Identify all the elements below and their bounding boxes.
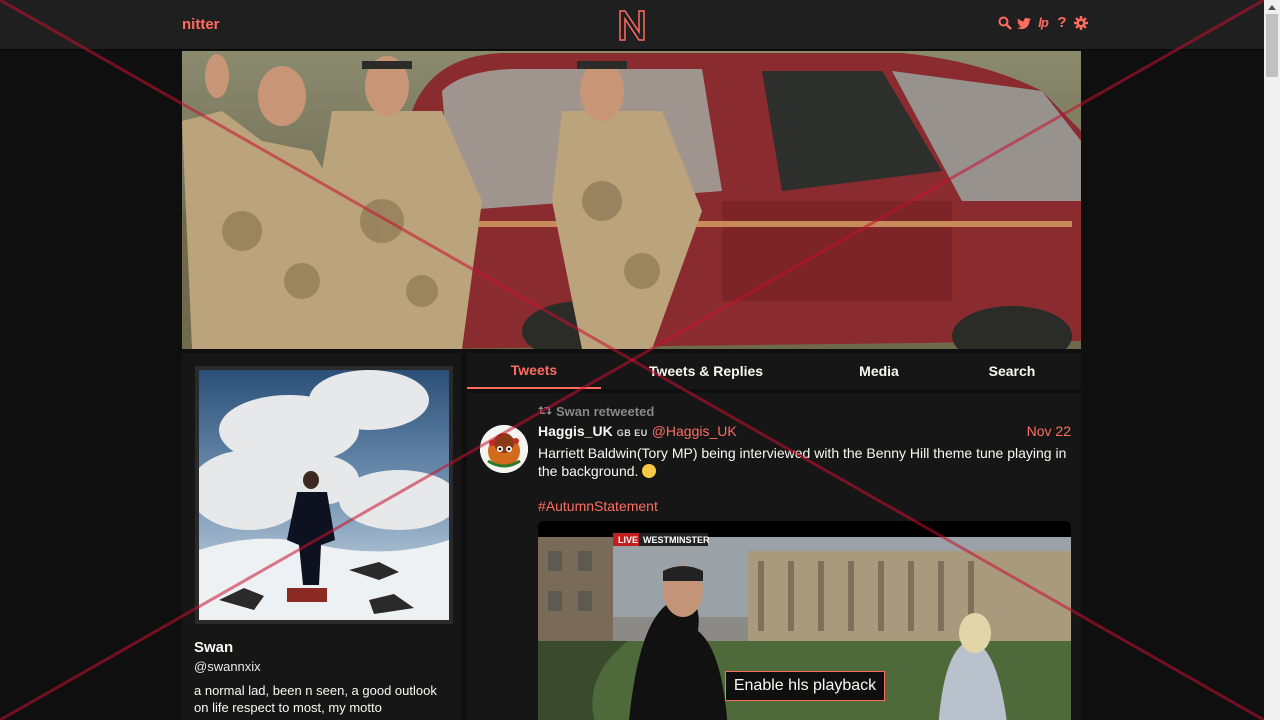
tab-media[interactable]: Media <box>811 353 947 389</box>
tweet-fullname[interactable]: Haggis_UK <box>538 423 613 439</box>
liberapay-icon[interactable]: lp <box>1036 15 1050 31</box>
enable-hls-playback-button[interactable]: Enable hls playback <box>725 671 885 701</box>
tweet-header: Haggis_UK GB EU @Haggis_UK Nov 22 <box>538 423 1071 441</box>
timeline-tabs: Tweets Tweets & Replies Media Search <box>467 353 1081 389</box>
retweet-icon <box>538 404 552 419</box>
timeline: Tweets Tweets & Replies Media Search Swa… <box>467 353 1081 720</box>
help-icon[interactable]: ? <box>1055 15 1069 31</box>
profile-bio: a normal lad, been n seen, a good outloo… <box>194 683 437 715</box>
retweet-label: Swan retweeted <box>556 404 655 419</box>
profile-avatar[interactable] <box>195 366 453 624</box>
scroll-up-arrow-icon[interactable] <box>1264 0 1280 14</box>
search-icon[interactable] <box>998 15 1012 31</box>
settings-gear-icon[interactable] <box>1074 15 1088 31</box>
twitter-bird-icon[interactable] <box>1017 15 1031 31</box>
profile-handle[interactable]: @swannxix <box>194 659 261 674</box>
tab-tweets[interactable]: Tweets <box>467 353 601 389</box>
tweet-hashtag[interactable]: #AutumnStatement <box>538 498 658 514</box>
tab-search[interactable]: Search <box>947 353 1077 389</box>
rofl-emoji-icon <box>642 464 657 478</box>
nav-icons: lp ? <box>998 15 1088 31</box>
profile-card: Swan @swannxix a normal lad, been n seen… <box>182 353 462 720</box>
nitter-brand-link[interactable]: nitter <box>182 16 220 33</box>
scrollbar-thumb[interactable] <box>1266 14 1278 77</box>
profile-banner[interactable] <box>182 51 1081 349</box>
tweet-avatar[interactable] <box>480 425 528 473</box>
tweet-text: Harriett Baldwin(Tory MP) being intervie… <box>538 445 1067 479</box>
tweet-username[interactable]: @Haggis_UK <box>652 423 737 439</box>
tweet-date[interactable]: Nov 22 <box>1027 423 1071 439</box>
profile-name[interactable]: Swan <box>194 639 233 656</box>
nitter-logo-icon[interactable] <box>617 8 647 42</box>
flag-emojis: GB EU <box>616 428 648 438</box>
tweet-video[interactable]: LIVE WESTMINSTER Enable hls playback <box>538 521 1071 720</box>
tab-tweets-replies[interactable]: Tweets & Replies <box>601 353 811 389</box>
tweet-content: Harriett Baldwin(Tory MP) being intervie… <box>538 444 1074 480</box>
tweet[interactable]: Swan retweeted Haggis_UK GB EU @Haggis_UK … <box>467 393 1081 720</box>
live-label: LIVE <box>618 535 638 545</box>
retweet-header: Swan retweeted <box>538 404 654 419</box>
scrollbar[interactable] <box>1264 0 1280 720</box>
navbar: nitter lp ? <box>0 0 1264 50</box>
location-label: WESTMINSTER <box>643 535 710 545</box>
